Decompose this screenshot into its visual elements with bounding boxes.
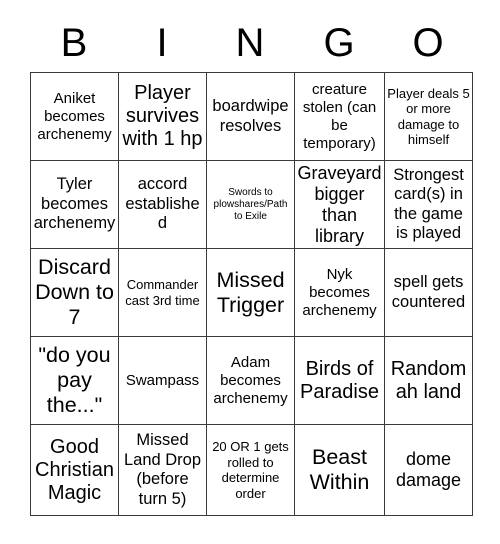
bingo-row: Aniket becomes archenemy Player survives…	[30, 72, 473, 161]
bingo-cell-3-2[interactable]: Adam becomes archenemy	[206, 336, 295, 425]
bingo-header-letter-o: O	[412, 21, 444, 65]
bingo-cell-1-4[interactable]: Strongest card(s) in the game is played	[384, 160, 473, 249]
bingo-header-row: B I N G O	[30, 14, 472, 72]
bingo-cell-1-3[interactable]: Graveyard bigger than library	[294, 160, 385, 249]
bingo-cell-0-4[interactable]: Player deals 5 or more damage to himself	[384, 72, 473, 161]
bingo-cell-0-0[interactable]: Aniket becomes archenemy	[30, 72, 119, 161]
bingo-header-letter-n: N	[235, 21, 265, 65]
bingo-header-letter-g: G	[323, 21, 355, 65]
bingo-cell-4-1[interactable]: Missed Land Drop (before turn 5)	[118, 424, 207, 516]
bingo-header-letter-i: I	[156, 21, 168, 65]
bingo-row: Tyler becomes archenemy accord establish…	[30, 160, 473, 249]
bingo-cell-2-1[interactable]: Commander cast 3rd time	[118, 248, 207, 337]
bingo-cell-1-2[interactable]: Swords to plowshares/Path to Exile	[206, 160, 295, 249]
bingo-cell-3-1[interactable]: Swampass	[118, 336, 207, 425]
bingo-cell-4-3[interactable]: Beast Within	[294, 424, 385, 516]
bingo-cell-4-2[interactable]: 20 OR 1 gets rolled to determine order	[206, 424, 295, 516]
bingo-cell-0-3[interactable]: creature stolen (can be temporary)	[294, 72, 385, 161]
bingo-cell-0-2[interactable]: boardwipe resolves	[206, 72, 295, 161]
bingo-cell-2-3[interactable]: Nyk becomes archenemy	[294, 248, 385, 337]
bingo-cell-1-0[interactable]: Tyler becomes archenemy	[30, 160, 119, 249]
bingo-cell-4-0[interactable]: Good Christian Magic	[30, 424, 119, 516]
bingo-cell-2-2[interactable]: Missed Trigger	[206, 248, 295, 337]
bingo-grid: Aniket becomes archenemy Player survives…	[30, 72, 473, 516]
bingo-row: Good Christian Magic Missed Land Drop (b…	[30, 424, 473, 516]
bingo-cell-3-3[interactable]: Birds of Paradise	[294, 336, 385, 425]
bingo-card: B I N G O Aniket becomes archenemy Playe…	[0, 0, 500, 544]
bingo-header-letter-b: B	[60, 21, 88, 65]
bingo-cell-3-0[interactable]: "do you pay the..."	[30, 336, 119, 425]
bingo-cell-0-1[interactable]: Player survives with 1 hp	[118, 72, 207, 161]
bingo-row: "do you pay the..." Swampass Adam become…	[30, 336, 473, 425]
bingo-cell-2-0[interactable]: Discard Down to 7	[30, 248, 119, 337]
bingo-cell-2-4[interactable]: spell gets countered	[384, 248, 473, 337]
bingo-cell-1-1[interactable]: accord established	[118, 160, 207, 249]
bingo-cell-3-4[interactable]: Random ah land	[384, 336, 473, 425]
bingo-grid-table: Aniket becomes archenemy Player survives…	[30, 72, 473, 516]
bingo-cell-4-4[interactable]: dome damage	[384, 424, 473, 516]
bingo-row: Discard Down to 7 Commander cast 3rd tim…	[30, 248, 473, 337]
